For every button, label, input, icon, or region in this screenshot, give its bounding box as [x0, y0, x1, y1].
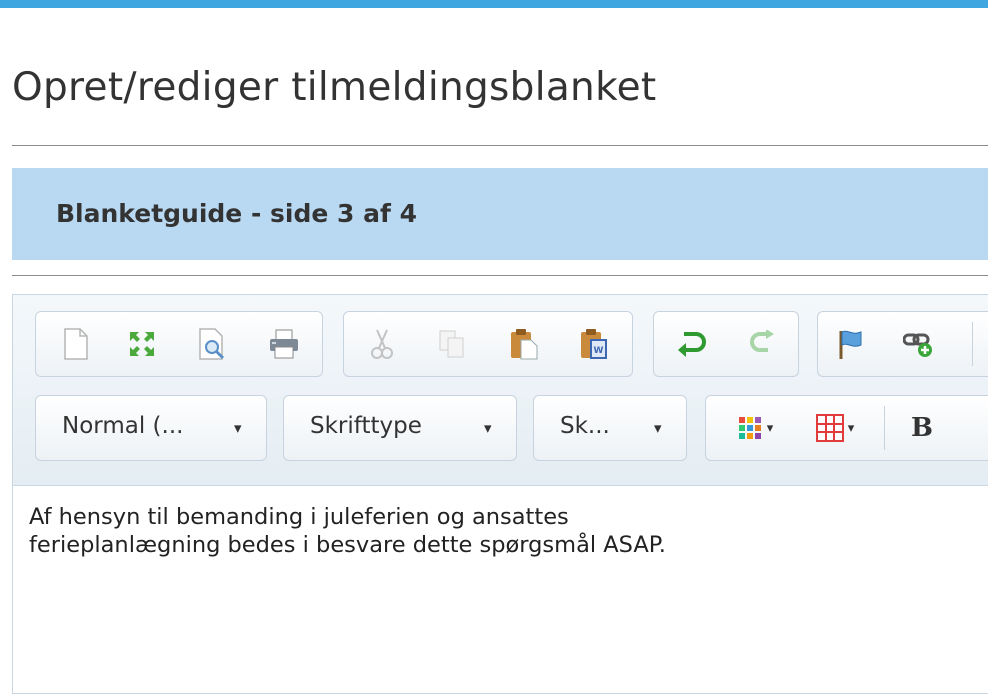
- editor-toolbar: W Normal (... ▾ Skrifttype ▾ Sk... ▾ ▾ ▾…: [13, 295, 988, 486]
- anchor-flag-icon[interactable]: [830, 324, 870, 364]
- chevron-down-icon: ▾: [847, 420, 855, 436]
- font-size-dropdown[interactable]: Sk... ▾: [533, 395, 687, 461]
- chevron-down-icon: ▾: [654, 419, 662, 437]
- chevron-down-icon: ▾: [766, 420, 774, 436]
- table-button[interactable]: ▾: [806, 408, 864, 448]
- toolbar-group-history: [653, 311, 799, 377]
- format-dropdown[interactable]: Normal (... ▾: [35, 395, 267, 461]
- toolbar-separator: [972, 322, 973, 366]
- chevron-down-icon: ▾: [484, 419, 492, 437]
- wizard-divider: [12, 275, 988, 276]
- editor-text-line: Af hensyn til bemanding i juleferien og …: [29, 504, 569, 530]
- cut-icon[interactable]: [362, 324, 402, 364]
- wizard-header: Blanketguide - side 3 af 4: [12, 168, 988, 260]
- toolbar-group-links: [817, 311, 988, 377]
- chevron-down-icon: ▾: [234, 419, 242, 437]
- svg-text:W: W: [594, 346, 604, 356]
- toolbar-separator: [884, 406, 885, 450]
- redo-icon[interactable]: [742, 324, 782, 364]
- format-dropdown-label: Normal (...: [62, 413, 184, 439]
- link-icon[interactable]: [898, 324, 938, 364]
- font-dropdown[interactable]: Skrifttype ▾: [283, 395, 517, 461]
- copy-icon[interactable]: [432, 324, 472, 364]
- font-dropdown-label: Skrifttype: [310, 413, 422, 439]
- new-page-icon[interactable]: [56, 324, 96, 364]
- toolbar-group-styles: ▾ ▾ B: [705, 395, 988, 461]
- editor-content[interactable]: Af hensyn til bemanding i juleferien og …: [29, 503, 666, 559]
- undo-icon[interactable]: [670, 324, 710, 364]
- preview-icon[interactable]: [192, 324, 232, 364]
- page-title: Opret/rediger tilmeldingsblanket: [12, 65, 657, 110]
- maximize-icon[interactable]: [122, 324, 162, 364]
- font-size-dropdown-label: Sk...: [560, 413, 610, 439]
- toolbar-group-clipboard: W: [343, 311, 633, 377]
- rich-text-editor: W Normal (... ▾ Skrifttype ▾ Sk... ▾ ▾ ▾…: [12, 294, 988, 694]
- paste-icon[interactable]: [504, 324, 544, 364]
- toolbar-group-document: [35, 311, 323, 377]
- editor-text-line: ferieplanlægning bedes i besvare dette s…: [29, 532, 666, 558]
- paste-from-word-icon[interactable]: W: [574, 324, 614, 364]
- bold-icon: B: [911, 413, 933, 443]
- wizard-step-title: Blanketguide - side 3 af 4: [56, 199, 417, 228]
- text-color-button[interactable]: ▾: [726, 408, 784, 448]
- bold-button[interactable]: B: [902, 408, 942, 448]
- print-icon[interactable]: [264, 324, 304, 364]
- top-accent-stripe: [0, 0, 988, 8]
- title-divider: [12, 145, 988, 146]
